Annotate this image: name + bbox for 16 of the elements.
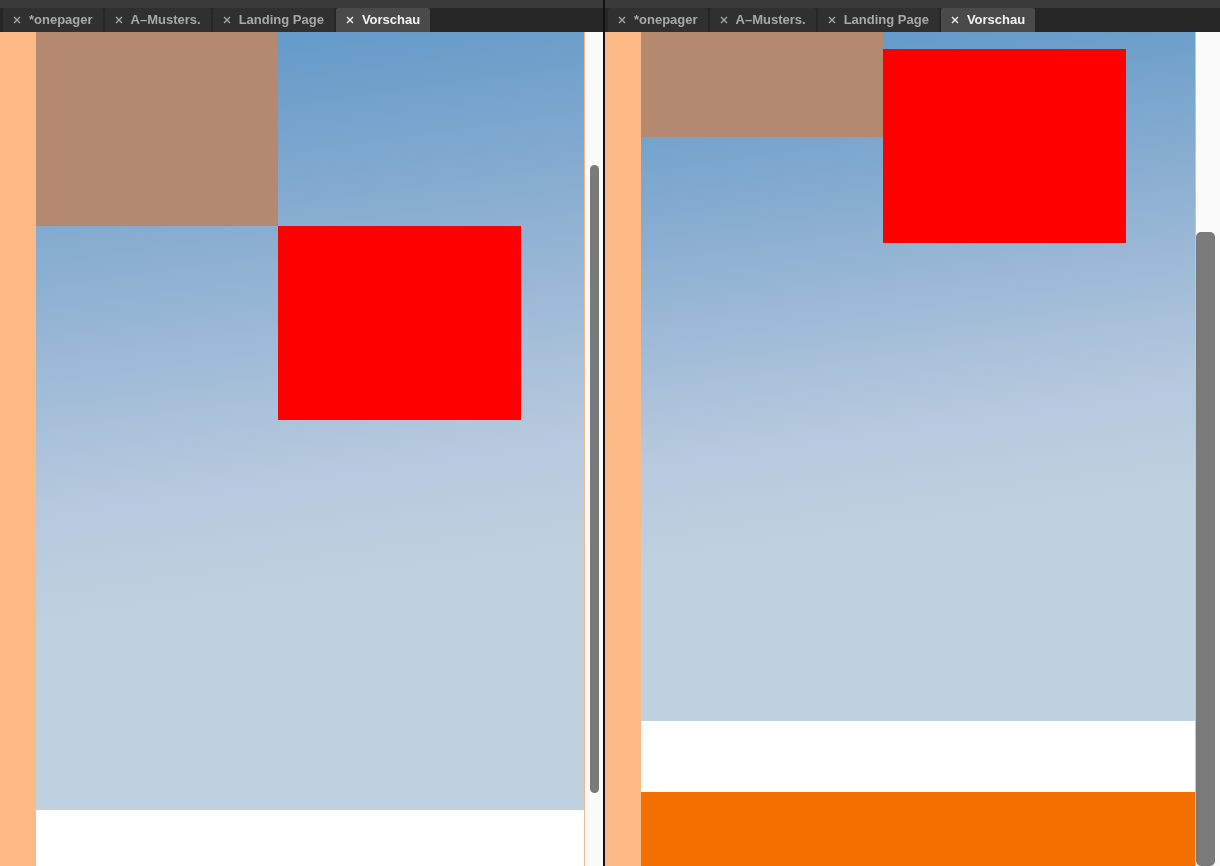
- tab[interactable]: Vorschau: [940, 8, 1036, 32]
- tab[interactable]: Landing Page: [212, 8, 334, 32]
- close-icon[interactable]: [114, 16, 123, 24]
- scrollbar-thumb[interactable]: [589, 165, 599, 793]
- close-icon[interactable]: [719, 16, 728, 24]
- tab[interactable]: *onepager: [608, 8, 708, 32]
- tab[interactable]: Vorschau: [335, 8, 431, 32]
- tab[interactable]: Landing Page: [817, 8, 939, 32]
- close-icon[interactable]: [13, 16, 21, 24]
- scrollbar-thumb[interactable]: [1196, 232, 1215, 866]
- tab[interactable]: *onepager: [3, 8, 103, 32]
- tab[interactable]: A–Musters.: [104, 8, 211, 32]
- close-icon[interactable]: [222, 16, 231, 24]
- close-icon[interactable]: [827, 16, 836, 24]
- close-icon[interactable]: [618, 16, 626, 24]
- tab[interactable]: A–Musters.: [709, 8, 816, 32]
